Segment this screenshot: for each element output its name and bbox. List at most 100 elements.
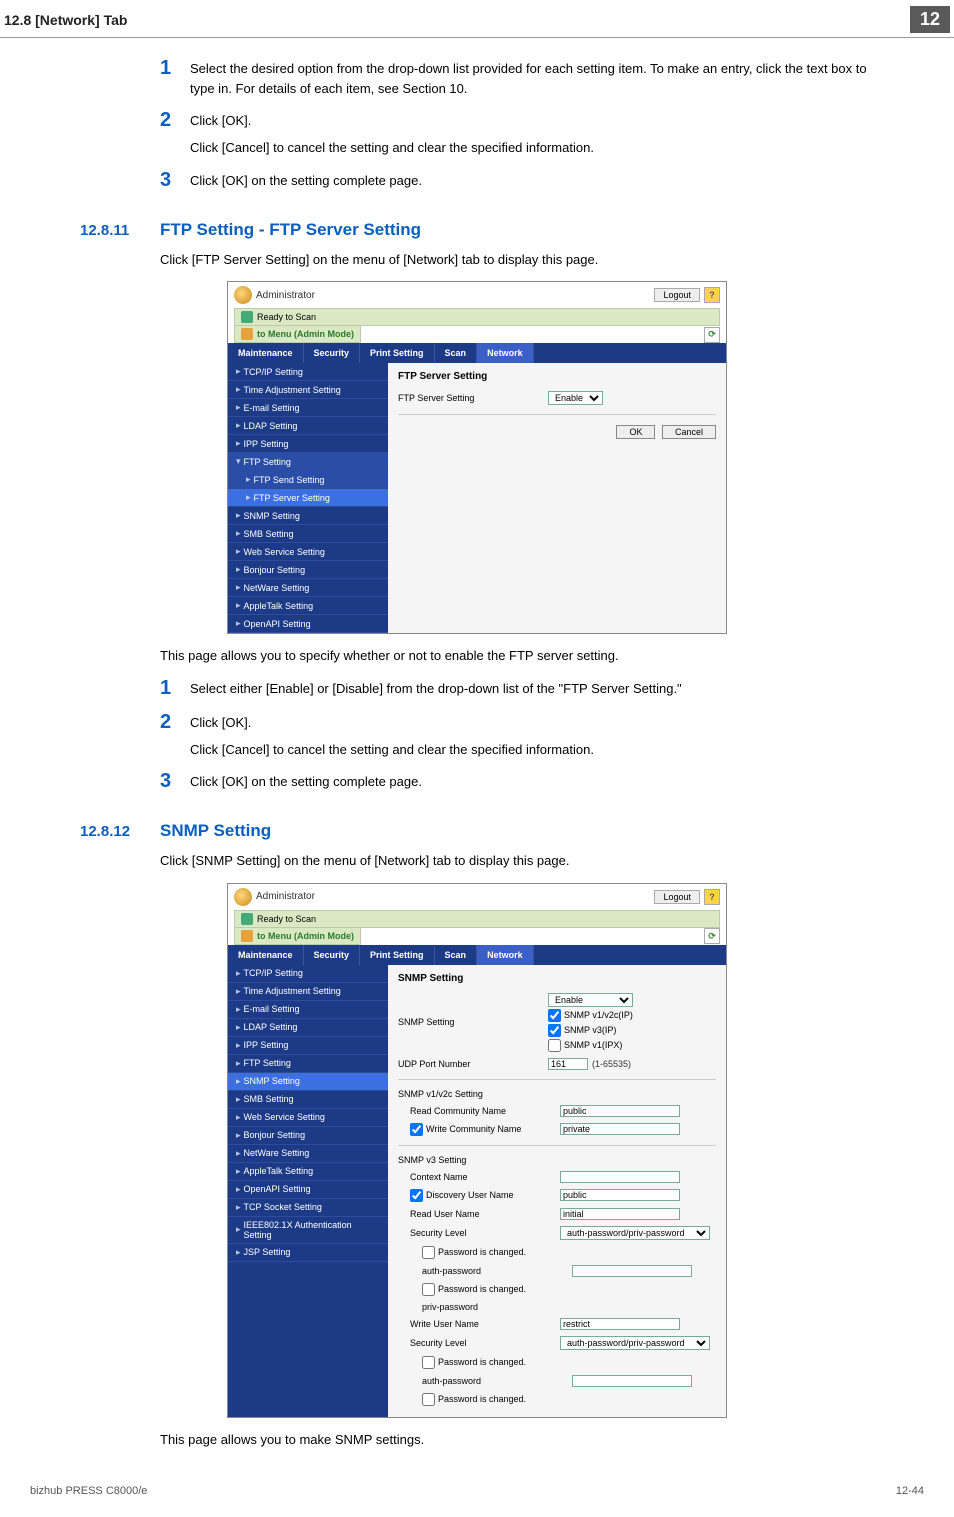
write-user-label: Write User Name bbox=[410, 1319, 560, 1329]
sidebar-item-appletalk[interactable]: ▸AppleTalk Setting bbox=[228, 597, 388, 615]
sidebar-item-ldap[interactable]: ▸LDAP Setting bbox=[228, 417, 388, 435]
snmp-v1v2c-checkbox[interactable] bbox=[548, 1009, 561, 1022]
refresh-icon[interactable]: ⟳ bbox=[704, 327, 720, 343]
sidebar-item-tcpip[interactable]: ▸TCP/IP Setting bbox=[228, 363, 388, 381]
sidebar-item-ftp[interactable]: ▾FTP Setting bbox=[228, 453, 388, 471]
step-text: Select either [Enable] or [Disable] from… bbox=[190, 676, 682, 700]
tab-print-setting[interactable]: Print Setting bbox=[360, 343, 435, 363]
ftp-server-select[interactable]: Enable bbox=[548, 391, 603, 405]
discovery-user-checkbox[interactable] bbox=[410, 1189, 423, 1202]
write-comm-input[interactable] bbox=[560, 1123, 680, 1135]
sidebar-item-tcpsock[interactable]: ▸TCP Socket Setting bbox=[228, 1199, 388, 1217]
sidebar-item-email[interactable]: ▸E-mail Setting bbox=[228, 1001, 388, 1019]
sidebar-item-ws[interactable]: ▸Web Service Setting bbox=[228, 1109, 388, 1127]
tab-security[interactable]: Security bbox=[304, 945, 361, 965]
sidebar-item-time[interactable]: ▸Time Adjustment Setting bbox=[228, 983, 388, 1001]
ftp-note: This page allows you to specify whether … bbox=[160, 646, 874, 666]
sidebar-item-smb[interactable]: ▸SMB Setting bbox=[228, 525, 388, 543]
sidebar-item-ftp-server[interactable]: ▸FTP Server Setting bbox=[228, 489, 388, 507]
step-2: 2 Click [OK]. bbox=[160, 108, 874, 132]
help-icon[interactable]: ? bbox=[704, 889, 720, 905]
step-b2: 2 Click [OK]. bbox=[160, 710, 874, 734]
step-number: 3 bbox=[160, 168, 190, 192]
logout-button[interactable]: Logout bbox=[654, 288, 700, 302]
write-sec-level-select[interactable]: auth-password/priv-password bbox=[560, 1336, 710, 1350]
tab-network[interactable]: Network bbox=[477, 945, 534, 965]
panel-heading: SNMP Setting bbox=[398, 973, 716, 984]
write-comm-checkbox[interactable] bbox=[410, 1123, 423, 1136]
sidebar-item-ftp[interactable]: ▸FTP Setting bbox=[228, 1055, 388, 1073]
mode-link[interactable]: to Menu (Admin Mode) bbox=[257, 931, 354, 941]
tab-print-setting[interactable]: Print Setting bbox=[360, 945, 435, 965]
sidebar-item-ldap[interactable]: ▸LDAP Setting bbox=[228, 1019, 388, 1037]
printer-status-icon bbox=[241, 913, 253, 925]
snmp-v1ipx-checkbox[interactable] bbox=[548, 1039, 561, 1052]
write-auth-pw-label: auth-password bbox=[422, 1376, 572, 1386]
read-comm-input[interactable] bbox=[560, 1105, 680, 1117]
sidebar-item-netware[interactable]: ▸NetWare Setting bbox=[228, 579, 388, 597]
ftp-main-panel: FTP Server Setting FTP Server Setting En… bbox=[388, 363, 726, 633]
read-user-input[interactable] bbox=[560, 1208, 680, 1220]
mode-icon bbox=[241, 328, 253, 340]
help-icon[interactable]: ? bbox=[704, 287, 720, 303]
step-b1: 1 Select either [Enable] or [Disable] fr… bbox=[160, 676, 874, 700]
step-subtext: Click [Cancel] to cancel the setting and… bbox=[190, 138, 874, 158]
tab-scan[interactable]: Scan bbox=[435, 343, 478, 363]
ok-button[interactable]: OK bbox=[616, 425, 655, 439]
udp-range: (1-65535) bbox=[592, 1059, 631, 1069]
sidebar-item-bonjour[interactable]: ▸Bonjour Setting bbox=[228, 1127, 388, 1145]
sidebar-item-smb[interactable]: ▸SMB Setting bbox=[228, 1091, 388, 1109]
snmp-setting-select[interactable]: Enable bbox=[548, 993, 633, 1007]
context-input[interactable] bbox=[560, 1171, 680, 1183]
sidebar-item-ieee[interactable]: ▸IEEE802.1X Authentication Setting bbox=[228, 1217, 388, 1244]
discovery-user-input[interactable] bbox=[560, 1189, 680, 1201]
cancel-button[interactable]: Cancel bbox=[662, 425, 716, 439]
write-priv-pw-changed-checkbox[interactable] bbox=[422, 1393, 435, 1406]
udp-port-input[interactable] bbox=[548, 1058, 588, 1070]
tab-network[interactable]: Network bbox=[477, 343, 534, 363]
mode-link[interactable]: to Menu (Admin Mode) bbox=[257, 329, 354, 339]
read-auth-pw-input[interactable] bbox=[572, 1265, 692, 1277]
sidebar-item-ipp[interactable]: ▸IPP Setting bbox=[228, 1037, 388, 1055]
write-pw-changed-checkbox[interactable] bbox=[422, 1356, 435, 1369]
sidebar-item-bonjour[interactable]: ▸Bonjour Setting bbox=[228, 561, 388, 579]
sidebar-item-openapi[interactable]: ▸OpenAPI Setting bbox=[228, 615, 388, 633]
sidebar-item-time[interactable]: ▸Time Adjustment Setting bbox=[228, 381, 388, 399]
sidebar-item-snmp[interactable]: ▸SNMP Setting bbox=[228, 507, 388, 525]
write-comm-label: Write Community Name bbox=[426, 1124, 521, 1134]
sidebar-item-snmp[interactable]: ▸SNMP Setting bbox=[228, 1073, 388, 1091]
sidebar-item-email[interactable]: ▸E-mail Setting bbox=[228, 399, 388, 417]
write-auth-pw-input[interactable] bbox=[572, 1375, 692, 1387]
snmp-main-panel: SNMP Setting SNMP Setting Enable SNMP v1… bbox=[388, 965, 726, 1417]
snmp-v3-checkbox[interactable] bbox=[548, 1024, 561, 1037]
read-sec-level-select[interactable]: auth-password/priv-password bbox=[560, 1226, 710, 1240]
read-pw-changed-checkbox[interactable] bbox=[422, 1246, 435, 1259]
tab-maintenance[interactable]: Maintenance bbox=[228, 945, 304, 965]
tab-maintenance[interactable]: Maintenance bbox=[228, 343, 304, 363]
sidebar-item-ipp[interactable]: ▸IPP Setting bbox=[228, 435, 388, 453]
sidebar-item-tcpip[interactable]: ▸TCP/IP Setting bbox=[228, 965, 388, 983]
read-user-label: Read User Name bbox=[410, 1209, 560, 1219]
write-sec-level-label: Security Level bbox=[410, 1338, 560, 1348]
admin-avatar-icon bbox=[234, 286, 252, 304]
refresh-icon[interactable]: ⟳ bbox=[704, 928, 720, 944]
read-priv-pw-changed-checkbox[interactable] bbox=[422, 1283, 435, 1296]
step-text: Select the desired option from the drop-… bbox=[190, 56, 874, 98]
read-comm-label: Read Community Name bbox=[410, 1106, 560, 1116]
page-footer: bizhub PRESS C8000/e 12-44 bbox=[0, 1485, 954, 1497]
sidebar-item-jsp[interactable]: ▸JSP Setting bbox=[228, 1244, 388, 1262]
sidebar-item-openapi[interactable]: ▸OpenAPI Setting bbox=[228, 1181, 388, 1199]
sidebar-item-netware[interactable]: ▸NetWare Setting bbox=[228, 1145, 388, 1163]
sidebar: ▸TCP/IP Setting ▸Time Adjustment Setting… bbox=[228, 965, 388, 1417]
logout-button[interactable]: Logout bbox=[654, 890, 700, 904]
write-user-input[interactable] bbox=[560, 1318, 680, 1330]
discovery-user-label: Discovery User Name bbox=[426, 1190, 514, 1200]
sidebar-item-appletalk[interactable]: ▸AppleTalk Setting bbox=[228, 1163, 388, 1181]
read-sec-level-label: Security Level bbox=[410, 1228, 560, 1238]
tab-security[interactable]: Security bbox=[304, 343, 361, 363]
tab-scan[interactable]: Scan bbox=[435, 945, 478, 965]
sidebar-item-ftp-send[interactable]: ▸FTP Send Setting bbox=[228, 471, 388, 489]
sidebar-item-ws[interactable]: ▸Web Service Setting bbox=[228, 543, 388, 561]
snmp-setting-label: SNMP Setting bbox=[398, 1017, 548, 1027]
step-text: Click [OK]. bbox=[190, 108, 251, 132]
